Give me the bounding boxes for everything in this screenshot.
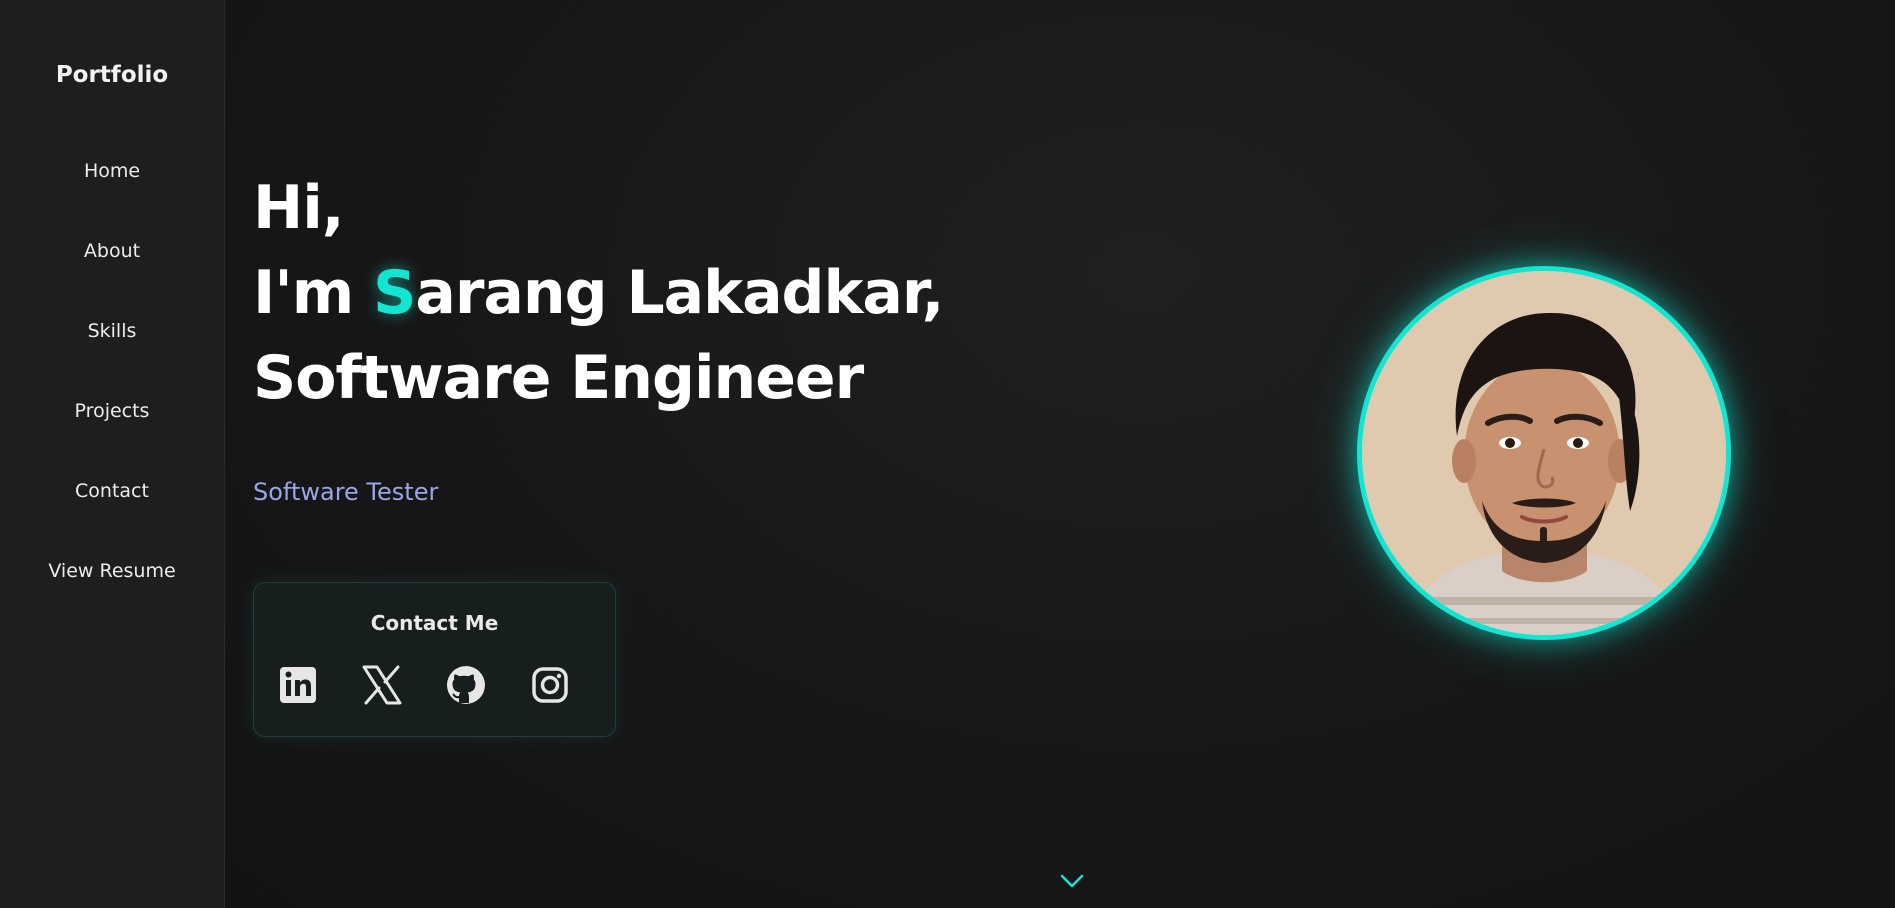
github-icon[interactable] bbox=[444, 663, 488, 707]
instagram-icon[interactable] bbox=[528, 663, 572, 707]
linkedin-icon[interactable] bbox=[276, 663, 320, 707]
contact-title: Contact Me bbox=[370, 611, 499, 635]
nav-item-contact[interactable]: Contact bbox=[0, 480, 224, 502]
nav-item-skills[interactable]: Skills bbox=[0, 320, 224, 342]
chevron-down-icon[interactable] bbox=[1059, 872, 1085, 890]
hero-role: Software Engineer bbox=[253, 343, 864, 413]
profile-photo-illustration bbox=[1362, 271, 1726, 635]
nav-item-projects[interactable]: Projects bbox=[0, 400, 224, 422]
x-twitter-icon[interactable] bbox=[360, 663, 404, 707]
contact-card: Contact Me bbox=[253, 582, 616, 737]
nav-item-about[interactable]: About bbox=[0, 240, 224, 262]
profile-photo bbox=[1357, 266, 1731, 640]
hero-name-accent-letter: S bbox=[373, 258, 416, 328]
hero-subtitle: Software Tester bbox=[253, 478, 439, 506]
nav-item-home[interactable]: Home bbox=[0, 160, 224, 182]
hero-greeting: Hi, bbox=[253, 173, 345, 243]
brand-logo[interactable]: Portfolio bbox=[0, 62, 224, 88]
sidebar: Portfolio Home About Skills Projects Con… bbox=[0, 0, 225, 908]
nav-item-view-resume[interactable]: View Resume bbox=[0, 560, 224, 582]
hero-name-line: I'm Sarang Lakadkar, bbox=[253, 258, 944, 328]
hero-name-prefix: I'm bbox=[253, 258, 374, 328]
hero-name-rest: arang Lakadkar, bbox=[415, 258, 944, 328]
